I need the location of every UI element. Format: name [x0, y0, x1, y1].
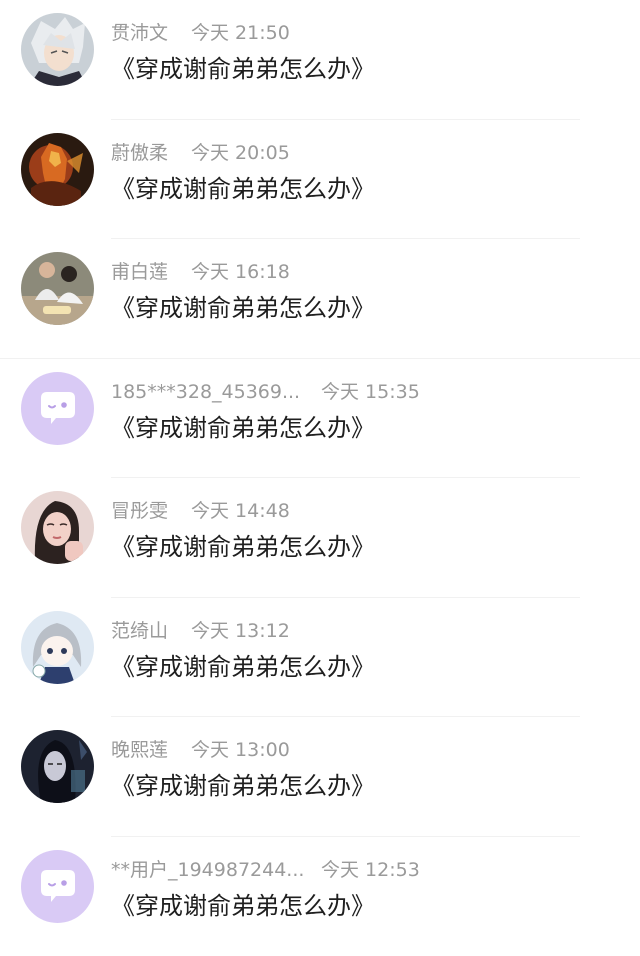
anime-white-hair-avatar-icon — [21, 13, 94, 86]
comment-time: 今天 20:05 — [191, 140, 290, 166]
comment-meta: **用户_194987244... 今天 12:53 — [111, 857, 304, 883]
comment-time: 今天 21:50 — [191, 20, 290, 46]
comment-time: 今天 16:18 — [191, 259, 290, 285]
comment-text: 《穿成谢俞弟弟怎么办》 — [111, 770, 375, 802]
user-avatar[interactable] — [21, 13, 94, 86]
username[interactable]: **用户_194987244... — [111, 859, 304, 881]
comment-time: 今天 14:48 — [191, 498, 290, 524]
comment-item[interactable]: 晚熙莲 今天 13:00 《穿成谢俞弟弟怎么办》 — [0, 717, 640, 837]
comment-text: 《穿成谢俞弟弟怎么办》 — [111, 890, 375, 922]
user-avatar[interactable] — [21, 491, 94, 564]
comment-list: 贯沛文 今天 21:50 《穿成谢俞弟弟怎么办》 蔚傲柔 今天 20:05 《穿… — [0, 0, 640, 930]
family-photo-avatar-icon — [21, 252, 94, 325]
username[interactable]: 甫白莲 — [111, 261, 168, 283]
default-chat-bubble-avatar-icon — [21, 372, 94, 445]
username[interactable]: 晚熙莲 — [111, 739, 168, 761]
comment-item[interactable]: 冒彤雯 今天 14:48 《穿成谢俞弟弟怎么办》 — [0, 478, 640, 598]
user-avatar[interactable] — [21, 730, 94, 803]
username[interactable]: 贯沛文 — [111, 22, 168, 44]
comment-meta: 蔚傲柔 今天 20:05 — [111, 140, 168, 166]
username[interactable]: 185***328_45369... — [111, 381, 300, 403]
comment-item[interactable]: 范绮山 今天 13:12 《穿成谢俞弟弟怎么办》 — [0, 598, 640, 718]
comment-meta: 甫白莲 今天 16:18 — [111, 259, 168, 285]
comment-meta: 贯沛文 今天 21:50 — [111, 20, 168, 46]
comment-item[interactable]: **用户_194987244... 今天 12:53 《穿成谢俞弟弟怎么办》 — [0, 837, 640, 956]
comment-time: 今天 13:00 — [191, 737, 290, 763]
anime-girl-avatar-icon — [21, 611, 94, 684]
comment-item[interactable]: 185***328_45369... 今天 15:35 《穿成谢俞弟弟怎么办》 — [0, 359, 640, 479]
user-avatar[interactable] — [21, 372, 94, 445]
username[interactable]: 蔚傲柔 — [111, 142, 168, 164]
comment-meta: 185***328_45369... 今天 15:35 — [111, 379, 300, 405]
comment-text: 《穿成谢俞弟弟怎么办》 — [111, 412, 375, 444]
comment-text: 《穿成谢俞弟弟怎么办》 — [111, 651, 375, 683]
comment-item[interactable]: 甫白莲 今天 16:18 《穿成谢俞弟弟怎么办》 — [0, 239, 640, 359]
username[interactable]: 冒彤雯 — [111, 500, 168, 522]
comment-item[interactable]: 蔚傲柔 今天 20:05 《穿成谢俞弟弟怎么办》 — [0, 120, 640, 240]
comment-meta: 冒彤雯 今天 14:48 — [111, 498, 168, 524]
username[interactable]: 范绮山 — [111, 620, 168, 642]
user-avatar[interactable] — [21, 850, 94, 923]
comment-item[interactable]: 贯沛文 今天 21:50 《穿成谢俞弟弟怎么办》 — [0, 0, 640, 120]
user-avatar[interactable] — [21, 133, 94, 206]
comment-time: 今天 12:53 — [321, 857, 420, 883]
comment-time: 今天 15:35 — [321, 379, 420, 405]
comment-meta: 范绮山 今天 13:12 — [111, 618, 168, 644]
woman-selfie-avatar-icon — [21, 491, 94, 564]
user-avatar[interactable] — [21, 252, 94, 325]
dark-fantasy-avatar-icon — [21, 730, 94, 803]
comment-text: 《穿成谢俞弟弟怎么办》 — [111, 53, 375, 85]
comment-text: 《穿成谢俞弟弟怎么办》 — [111, 292, 375, 324]
comment-time: 今天 13:12 — [191, 618, 290, 644]
user-avatar[interactable] — [21, 611, 94, 684]
comment-text: 《穿成谢俞弟弟怎么办》 — [111, 531, 375, 563]
default-chat-bubble-avatar-icon — [21, 850, 94, 923]
comment-text: 《穿成谢俞弟弟怎么办》 — [111, 173, 375, 205]
fire-hero-avatar-icon — [21, 133, 94, 206]
comment-meta: 晚熙莲 今天 13:00 — [111, 737, 168, 763]
